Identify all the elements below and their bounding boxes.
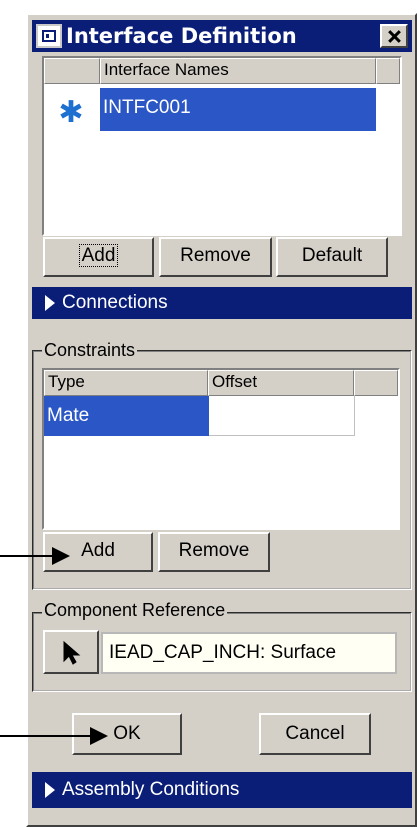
- default-interface-button[interactable]: Default: [276, 237, 388, 277]
- expand-triangle-icon: [45, 782, 55, 798]
- add-interface-button[interactable]: Add: [43, 237, 154, 277]
- constraint-offset-header[interactable]: Offset: [208, 370, 354, 396]
- window-icon: [36, 24, 62, 48]
- arrowhead-icon: [90, 727, 108, 745]
- assembly-conditions-label: Assembly Conditions: [62, 779, 240, 800]
- arrow-cursor-icon: [63, 640, 81, 665]
- connections-section-toggle[interactable]: Connections: [32, 287, 412, 319]
- callout-arrow-ok: [0, 735, 90, 737]
- arrowhead-icon: [52, 547, 70, 565]
- list-header-end: [376, 58, 400, 84]
- interface-names-header[interactable]: Interface Names: [100, 58, 376, 84]
- component-reference-field[interactable]: IEAD_CAP_INCH: Surface: [101, 632, 397, 674]
- remove-constraint-button[interactable]: Remove: [158, 532, 270, 572]
- connections-label: Connections: [62, 292, 168, 313]
- expand-triangle-icon: [45, 295, 55, 311]
- add-interface-label: Add: [78, 244, 119, 267]
- close-button[interactable]: [380, 24, 408, 48]
- assembly-conditions-section-toggle[interactable]: Assembly Conditions: [32, 772, 412, 808]
- interface-row-intfc001[interactable]: INTFC001: [100, 88, 376, 131]
- remove-interface-button[interactable]: Remove: [159, 237, 272, 277]
- constraints-header-end: [354, 370, 398, 396]
- constraints-group-label: Constraints: [42, 340, 138, 360]
- constraint-type-header[interactable]: Type: [44, 370, 208, 396]
- constraint-type-cell[interactable]: Mate: [44, 396, 209, 436]
- callout-arrow-add: [0, 555, 56, 557]
- list-header-blank: [44, 58, 100, 84]
- dialog-title: Interface Definition: [66, 24, 297, 48]
- ok-button[interactable]: OK: [72, 713, 182, 755]
- cancel-button[interactable]: Cancel: [259, 713, 371, 755]
- select-reference-button[interactable]: [43, 630, 99, 674]
- constraint-offset-cell[interactable]: [209, 396, 355, 436]
- component-reference-label: Component Reference: [42, 600, 228, 620]
- active-interface-marker-icon: ✱: [58, 95, 84, 130]
